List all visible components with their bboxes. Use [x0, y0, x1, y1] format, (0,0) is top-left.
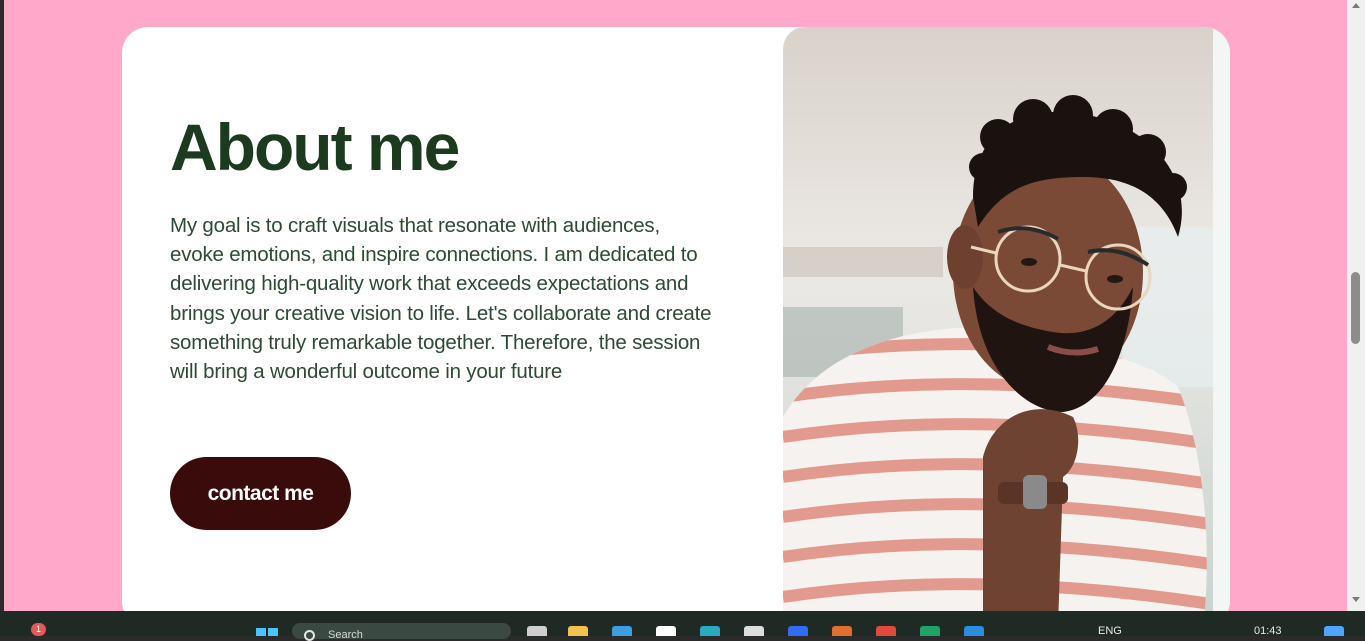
start-icon[interactable] — [256, 628, 278, 636]
taskbar: 1 Search ENG 01:43 — [0, 611, 1365, 641]
pen-icon[interactable] — [744, 626, 764, 636]
help-icon[interactable] — [656, 626, 676, 636]
language-indicator[interactable]: ENG — [1098, 625, 1122, 637]
contact-me-button[interactable]: contact me — [170, 457, 351, 530]
copilot-icon[interactable] — [1324, 626, 1344, 636]
portrait-photo — [783, 27, 1230, 611]
store-icon[interactable] — [612, 626, 632, 636]
excel-icon[interactable] — [920, 626, 940, 636]
page-viewport: About me My goal is to craft visuals tha… — [4, 0, 1347, 611]
search-placeholder: Search — [328, 629, 363, 641]
scroll-up-arrow-icon[interactable] — [1352, 3, 1360, 8]
edge-icon[interactable] — [700, 626, 720, 636]
clock[interactable]: 01:43 — [1254, 625, 1282, 637]
vscode-icon[interactable] — [964, 626, 984, 636]
app-icon[interactable] — [832, 626, 852, 636]
portrait-illustration — [783, 27, 1230, 611]
vertical-scrollbar[interactable] — [1347, 0, 1365, 611]
dropbox-icon[interactable] — [788, 626, 808, 636]
about-title: About me — [170, 110, 460, 184]
file-explorer-icon[interactable] — [527, 626, 547, 636]
about-description: My goal is to craft visuals that resonat… — [170, 214, 712, 384]
notification-badge[interactable]: 1 — [31, 623, 46, 636]
scroll-thumb[interactable] — [1351, 272, 1360, 344]
folder-icon[interactable] — [568, 626, 588, 636]
scroll-down-arrow-icon[interactable] — [1352, 597, 1360, 602]
chrome-icon[interactable] — [876, 626, 896, 636]
about-card: About me My goal is to craft visuals tha… — [122, 27, 1230, 611]
taskbar-search-input[interactable]: Search — [292, 623, 511, 641]
